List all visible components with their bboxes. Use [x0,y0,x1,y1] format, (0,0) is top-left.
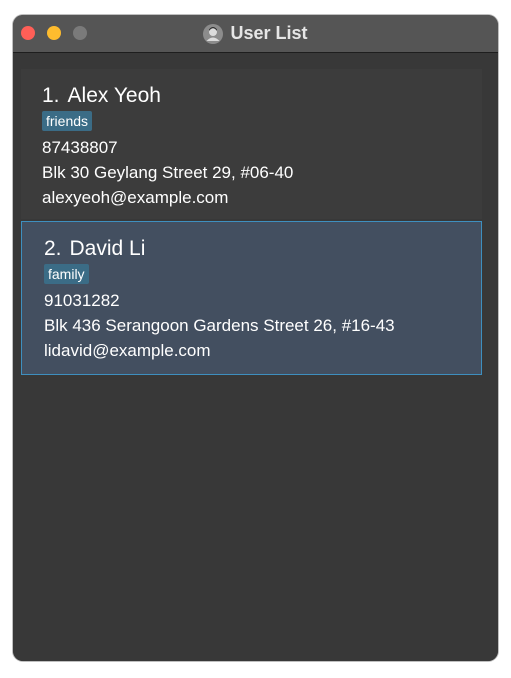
person-tag: family [44,264,89,284]
person-list[interactable]: 1. Alex Yeoh friends 87438807 Blk 30 Geyl… [13,53,498,661]
person-address: Blk 30 Geylang Street 29, #06-40 [42,163,294,182]
person-email: alexyeoh@example.com [42,188,229,207]
app-window: User List 1. Alex Yeoh friends 87438807 B… [13,15,498,661]
person-index: 2. [44,237,62,260]
window-title-group: User List [13,15,498,52]
person-name: Alex Yeoh [67,84,161,107]
person-card-selected[interactable]: 2. David Li family 91031282 Blk 436 Seran… [21,221,482,375]
person-index: 1. [42,84,60,107]
person-name: David Li [69,237,146,260]
person-phone: 87438807 [42,138,118,157]
person-address: Blk 436 Serangoon Gardens Street 26, #16… [44,316,395,335]
person-card[interactable]: 1. Alex Yeoh friends 87438807 Blk 30 Geyl… [21,69,482,219]
person-name-line: 2. David Li [44,237,145,261]
user-avatar-icon [203,23,224,44]
title-bar[interactable]: User List [13,15,498,53]
person-tag: friends [42,111,93,131]
person-name-line: 1. Alex Yeoh [42,84,161,108]
person-email: lidavid@example.com [44,341,211,360]
person-phone: 91031282 [44,291,120,310]
window-title: User List [230,23,308,43]
